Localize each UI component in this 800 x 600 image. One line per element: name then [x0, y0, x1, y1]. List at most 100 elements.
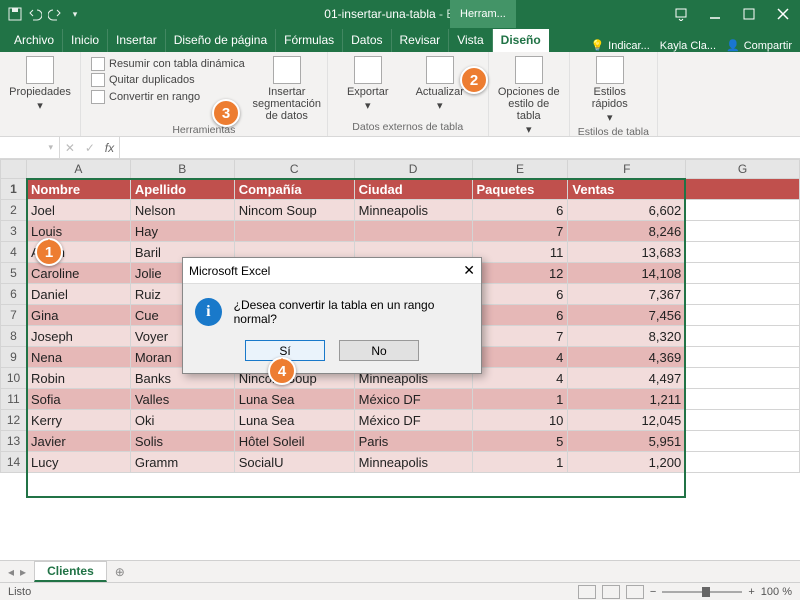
- row-header[interactable]: 12: [1, 410, 27, 431]
- cell[interactable]: Sofia: [26, 389, 130, 410]
- zoom-in-button[interactable]: +: [748, 586, 754, 598]
- cell[interactable]: 4,497: [568, 368, 686, 389]
- cell[interactable]: 14,108: [568, 263, 686, 284]
- cell[interactable]: 6: [472, 200, 568, 221]
- table-row[interactable]: 2JoelNelsonNincom SoupMinneapolis66,602: [1, 200, 800, 221]
- view-normal-icon[interactable]: [578, 585, 596, 599]
- cell[interactable]: 4,369: [568, 347, 686, 368]
- tab-archivo[interactable]: Archivo: [6, 29, 63, 52]
- cell[interactable]: 7,456: [568, 305, 686, 326]
- table-row[interactable]: 11SofiaVallesLuna SeaMéxico DF11,211: [1, 389, 800, 410]
- sheet-nav-prev-icon[interactable]: ◂: [8, 565, 14, 579]
- cell[interactable]: 4: [472, 347, 568, 368]
- cell[interactable]: Caroline: [26, 263, 130, 284]
- qat-dropdown-icon[interactable]: ▾: [68, 7, 82, 21]
- cell[interactable]: México DF: [354, 389, 472, 410]
- cell[interactable]: Kerry: [26, 410, 130, 431]
- col-header[interactable]: G: [686, 160, 800, 179]
- zoom-out-button[interactable]: −: [650, 586, 656, 598]
- cell[interactable]: Gina: [26, 305, 130, 326]
- view-layout-icon[interactable]: [602, 585, 620, 599]
- row-header[interactable]: 4: [1, 242, 27, 263]
- cell[interactable]: Lucy: [26, 452, 130, 473]
- tab-diseno-tabla[interactable]: Diseño: [493, 29, 549, 52]
- tab-vista[interactable]: Vista: [449, 29, 492, 52]
- cell[interactable]: Luna Sea: [234, 410, 354, 431]
- row-header[interactable]: 13: [1, 431, 27, 452]
- maximize-button[interactable]: [732, 0, 766, 28]
- cell[interactable]: 11: [472, 242, 568, 263]
- cell[interactable]: 7: [472, 221, 568, 242]
- cell[interactable]: 12: [472, 263, 568, 284]
- row-header[interactable]: 2: [1, 200, 27, 221]
- col-header[interactable]: D: [354, 160, 472, 179]
- cell[interactable]: Joseph: [26, 326, 130, 347]
- minimize-button[interactable]: [698, 0, 732, 28]
- properties-button[interactable]: Propiedades ▾: [8, 56, 72, 112]
- insert-slicer-button[interactable]: Insertar segmentación de datos: [255, 56, 319, 122]
- close-button[interactable]: [766, 0, 800, 28]
- fx-icon[interactable]: fx: [105, 141, 114, 155]
- table-row[interactable]: 12KerryOkiLuna SeaMéxico DF1012,045: [1, 410, 800, 431]
- export-button[interactable]: Exportar ▾: [336, 56, 400, 112]
- cell[interactable]: 1: [472, 389, 568, 410]
- cell[interactable]: Luna Sea: [234, 389, 354, 410]
- zoom-level[interactable]: 100 %: [761, 586, 792, 598]
- table-row[interactable]: 14LucyGrammSocialUMinneapolis11,200: [1, 452, 800, 473]
- sheet-tab-clientes[interactable]: Clientes: [34, 561, 107, 582]
- row-header[interactable]: 14: [1, 452, 27, 473]
- cell[interactable]: 7: [472, 326, 568, 347]
- tab-insertar[interactable]: Insertar: [108, 29, 166, 52]
- cell[interactable]: 1,211: [568, 389, 686, 410]
- cell[interactable]: Minneapolis: [354, 200, 472, 221]
- cell[interactable]: SocialU: [234, 452, 354, 473]
- cell[interactable]: México DF: [354, 410, 472, 431]
- new-sheet-button[interactable]: ⊕: [107, 565, 133, 579]
- zoom-slider[interactable]: [662, 591, 742, 593]
- cell[interactable]: 12,045: [568, 410, 686, 431]
- row-header[interactable]: 11: [1, 389, 27, 410]
- cell[interactable]: 1: [472, 452, 568, 473]
- dialog-close-icon[interactable]: ✕: [463, 262, 475, 279]
- cell[interactable]: Nena: [26, 347, 130, 368]
- cell[interactable]: Gramm: [130, 452, 234, 473]
- cell[interactable]: 1,200: [568, 452, 686, 473]
- cell[interactable]: 8,246: [568, 221, 686, 242]
- tell-me[interactable]: 💡 Indicar...: [590, 39, 649, 52]
- cell[interactable]: Daniel: [26, 284, 130, 305]
- redo-icon[interactable]: [48, 7, 62, 21]
- summarize-pivot-button[interactable]: Resumir con tabla dinámica: [89, 56, 247, 72]
- row-header[interactable]: 9: [1, 347, 27, 368]
- quick-styles-button[interactable]: Estilos rápidos ▾: [578, 56, 642, 124]
- tab-formulas[interactable]: Fórmulas: [276, 29, 343, 52]
- cell[interactable]: Hay: [130, 221, 234, 242]
- col-header[interactable]: F: [568, 160, 686, 179]
- cell[interactable]: Valles: [130, 389, 234, 410]
- share-button[interactable]: 👤 Compartir: [726, 39, 792, 52]
- row-header[interactable]: 8: [1, 326, 27, 347]
- cell[interactable]: Oki: [130, 410, 234, 431]
- dialog-no-button[interactable]: No: [339, 340, 419, 361]
- cell[interactable]: Nelson: [130, 200, 234, 221]
- cell[interactable]: Paris: [354, 431, 472, 452]
- cell[interactable]: 4: [472, 368, 568, 389]
- view-pagebreak-icon[interactable]: [626, 585, 644, 599]
- table-style-options-button[interactable]: Opciones de estilo de tabla ▾: [497, 56, 561, 136]
- remove-duplicates-button[interactable]: Quitar duplicados: [89, 72, 247, 88]
- cell[interactable]: [234, 221, 354, 242]
- name-box[interactable]: ▾: [0, 137, 60, 158]
- col-header[interactable]: C: [234, 160, 354, 179]
- cell[interactable]: 13,683: [568, 242, 686, 263]
- col-header[interactable]: A: [26, 160, 130, 179]
- cell[interactable]: 7,367: [568, 284, 686, 305]
- user-account[interactable]: Kayla Cla...: [660, 40, 716, 52]
- table-row[interactable]: 13JavierSolisHôtel SoleilParis55,951: [1, 431, 800, 452]
- cell[interactable]: Hôtel Soleil: [234, 431, 354, 452]
- save-icon[interactable]: [8, 7, 22, 21]
- cell[interactable]: Nincom Soup: [234, 200, 354, 221]
- cell[interactable]: Solis: [130, 431, 234, 452]
- row-header[interactable]: 5: [1, 263, 27, 284]
- ribbon-options-icon[interactable]: [664, 0, 698, 28]
- cell[interactable]: 10: [472, 410, 568, 431]
- sheet-nav-next-icon[interactable]: ▸: [20, 565, 26, 579]
